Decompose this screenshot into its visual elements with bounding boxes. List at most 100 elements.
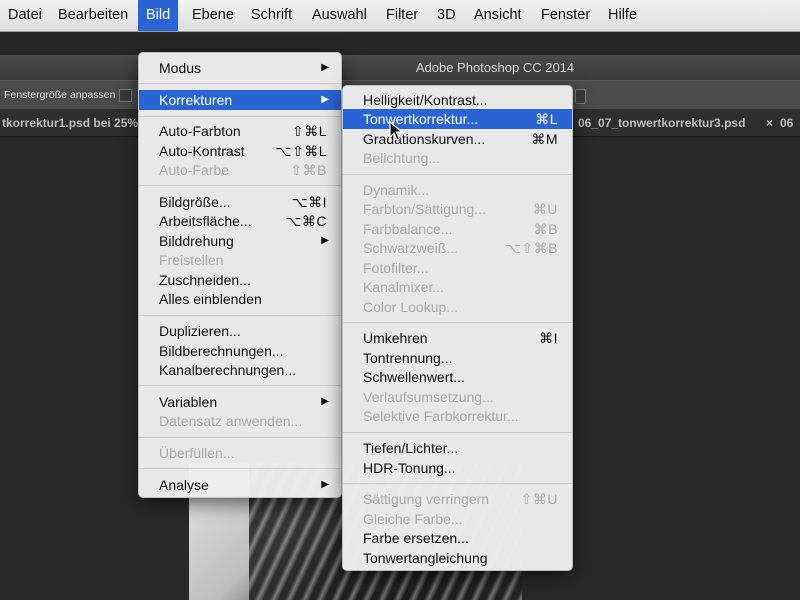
menu-item-gleiche-farbe: Gleiche Farbe...: [343, 509, 572, 529]
menu-auswahl[interactable]: Auswahl: [304, 0, 375, 31]
menu-item-tontrennung[interactable]: Tontrennung...: [343, 348, 572, 368]
menu-item-label: Überfüllen...: [159, 445, 235, 461]
menu-ansicht[interactable]: Ansicht: [466, 0, 530, 31]
menu-item-alles-einblenden[interactable]: Alles einblenden: [139, 289, 341, 309]
menu-item-helligkeit-kontrast[interactable]: Helligkeit/Kontrast...: [343, 90, 572, 110]
menu-item-tonwertangleichung[interactable]: Tonwertangleichung: [343, 548, 572, 568]
menu-item-ueberfuellen: Überfüllen...: [139, 443, 341, 463]
menu-separator: [139, 315, 341, 316]
menu-item-auto-farbton[interactable]: Auto-Farbton ⇧⌘L: [139, 121, 341, 141]
menu-ebene[interactable]: Ebene: [184, 0, 242, 31]
menu-item-color-lookup: Color Lookup...: [343, 297, 572, 317]
menu-item-fotofilter: Fotofilter...: [343, 258, 572, 278]
menu-bearbeiten[interactable]: Bearbeiten: [50, 0, 136, 31]
menu-item-label: Datensatz anwenden...: [159, 413, 303, 429]
tab-document-3[interactable]: 06: [780, 110, 793, 136]
menu-hilfe[interactable]: Hilfe: [600, 0, 645, 31]
menu-separator: [139, 437, 341, 438]
menu-schrift[interactable]: Schrift: [243, 0, 300, 31]
menu-item-kanalmixer: Kanalmixer...: [343, 277, 572, 297]
menu-bild[interactable]: Bild: [138, 0, 179, 31]
menu-item-label: Farbbalance...: [363, 221, 453, 237]
tab-document-2[interactable]: 06_07_tonwertkorrektur3.psd: [578, 110, 745, 136]
tab-document-1[interactable]: tkorrektur1.psd bei 25%: [2, 110, 138, 136]
menu-item-saettigung-verringern: Sättigung verringern ⇧⌘U: [343, 489, 572, 509]
menu-item-label: Tontrennung...: [363, 350, 453, 366]
arrow-pointer-icon: [389, 121, 403, 141]
menu-item-label: Korrekturen: [159, 92, 233, 108]
shortcut-label: ⇧⌘U: [520, 491, 558, 507]
menu-item-label: Kanalmixer...: [363, 279, 444, 295]
menu-item-auto-kontrast[interactable]: Auto-Kontrast ⌥⇧⌘L: [139, 141, 341, 161]
window-title-bar: Adobe Photoshop CC 2014: [0, 55, 800, 80]
options-control[interactable]: [575, 89, 586, 104]
menu-item-bildgroesse[interactable]: Bildgröße... ⌥⌘I: [139, 192, 341, 212]
menu-separator: [139, 468, 341, 469]
menu-item-bildberechnungen[interactable]: Bildberechnungen...: [139, 341, 341, 361]
shortcut-label: ⌘U: [532, 201, 558, 217]
fit-window-label: Fenstergröße anpassen: [4, 89, 116, 101]
menu-separator: [343, 432, 572, 433]
menu-item-label: Analyse: [159, 477, 209, 493]
menu-item-variablen[interactable]: Variablen ▶: [139, 392, 341, 412]
menu-item-farbbalance: Farbbalance... ⌘B: [343, 219, 572, 239]
menu-item-label: Color Lookup...: [363, 299, 458, 315]
menu-separator: [139, 385, 341, 386]
menu-item-label: Farbe ersetzen...: [363, 530, 469, 546]
menu-item-label: Arbeitsfläche...: [159, 213, 252, 229]
menu-3d[interactable]: 3D: [429, 0, 464, 31]
menu-item-schwellenwert[interactable]: Schwellenwert...: [343, 367, 572, 387]
menu-item-label: HDR-Tonung...: [363, 460, 456, 476]
menu-item-label: Auto-Farbe: [159, 162, 230, 178]
menu-item-zuschneiden[interactable]: Zuschneiden...: [139, 270, 341, 290]
menu-item-label: Schwellenwert...: [363, 369, 465, 385]
triangle-right-icon: ▶: [321, 479, 329, 490]
shortcut-label: ⌘L: [535, 111, 558, 127]
menu-bar: Datei Bearbeiten Bild Ebene Schrift Ausw…: [0, 0, 800, 32]
menu-separator: [139, 83, 341, 84]
menu-item-label: Schwarzweiß...: [363, 240, 458, 256]
shortcut-label: ⌥⌘I: [291, 194, 327, 210]
shortcut-label: ⌘M: [531, 131, 558, 147]
menu-item-arbeitsflaeche[interactable]: Arbeitsfläche... ⌥⌘C: [139, 211, 341, 231]
menu-separator: [139, 116, 341, 117]
menu-item-label: Alles einblenden: [159, 291, 262, 307]
menu-item-korrekturen[interactable]: Korrekturen ▶: [139, 90, 341, 110]
menu-item-label: Gradationskurven...: [363, 131, 486, 147]
menu-item-label: Freistellen: [159, 252, 224, 268]
shortcut-label: ⌘I: [539, 330, 558, 346]
fit-window-checkbox[interactable]: [119, 89, 132, 102]
menu-item-freistellen: Freistellen: [139, 250, 341, 270]
tab-close-icon[interactable]: ×: [766, 110, 773, 136]
menu-item-label: Gleiche Farbe...: [363, 511, 463, 527]
menu-fenster[interactable]: Fenster: [533, 0, 598, 31]
menu-item-label: Tonwertangleichung: [363, 550, 488, 566]
menu-item-tonwertkorrektur[interactable]: Tonwertkorrektur... ⌘L: [343, 109, 572, 129]
menu-item-label: Bilddrehung: [159, 233, 234, 249]
menu-filter[interactable]: Filter: [378, 0, 426, 31]
shortcut-label: ⌥⇧⌘L: [275, 143, 327, 159]
menu-item-duplizieren[interactable]: Duplizieren...: [139, 321, 341, 341]
menu-item-kanalberechnungen[interactable]: Kanalberechnungen...: [139, 360, 341, 380]
menu-item-schwarzweiss: Schwarzweiß... ⌥⇧⌘B: [343, 238, 572, 258]
menu-item-label: Tiefen/Lichter...: [363, 440, 459, 456]
menu-item-analyse[interactable]: Analyse ▶: [139, 475, 341, 495]
menu-item-gradationskurven[interactable]: Gradationskurven... ⌘M: [343, 129, 572, 149]
menu-item-modus[interactable]: Modus ▶: [139, 58, 341, 78]
menu-item-belichtung: Belichtung...: [343, 148, 572, 168]
menu-item-label: Sättigung verringern: [363, 491, 490, 507]
menu-item-bilddrehung[interactable]: Bilddrehung ▶: [139, 231, 341, 251]
triangle-right-icon: ▶: [321, 94, 329, 105]
shortcut-label: ⌘B: [533, 221, 558, 237]
bild-menu: Modus ▶ Korrekturen ▶ Auto-Farbton ⇧⌘L Auto…: [138, 52, 342, 498]
menu-item-umkehren[interactable]: Umkehren ⌘I: [343, 328, 572, 348]
menu-item-farbton-saettigung: Farbton/Sättigung... ⌘U: [343, 199, 572, 219]
menu-datei[interactable]: Datei: [0, 0, 50, 31]
menu-item-verlaufsumsetzung: Verlaufsumsetzung...: [343, 387, 572, 407]
shortcut-label: ⇧⌘B: [290, 162, 327, 178]
menu-item-tiefen-lichter[interactable]: Tiefen/Lichter...: [343, 438, 572, 458]
menu-item-label: Auto-Kontrast: [159, 143, 245, 159]
menu-item-farbe-ersetzen[interactable]: Farbe ersetzen...: [343, 528, 572, 548]
triangle-right-icon: ▶: [321, 396, 329, 407]
menu-item-hdr-tonung[interactable]: HDR-Tonung...: [343, 458, 572, 478]
